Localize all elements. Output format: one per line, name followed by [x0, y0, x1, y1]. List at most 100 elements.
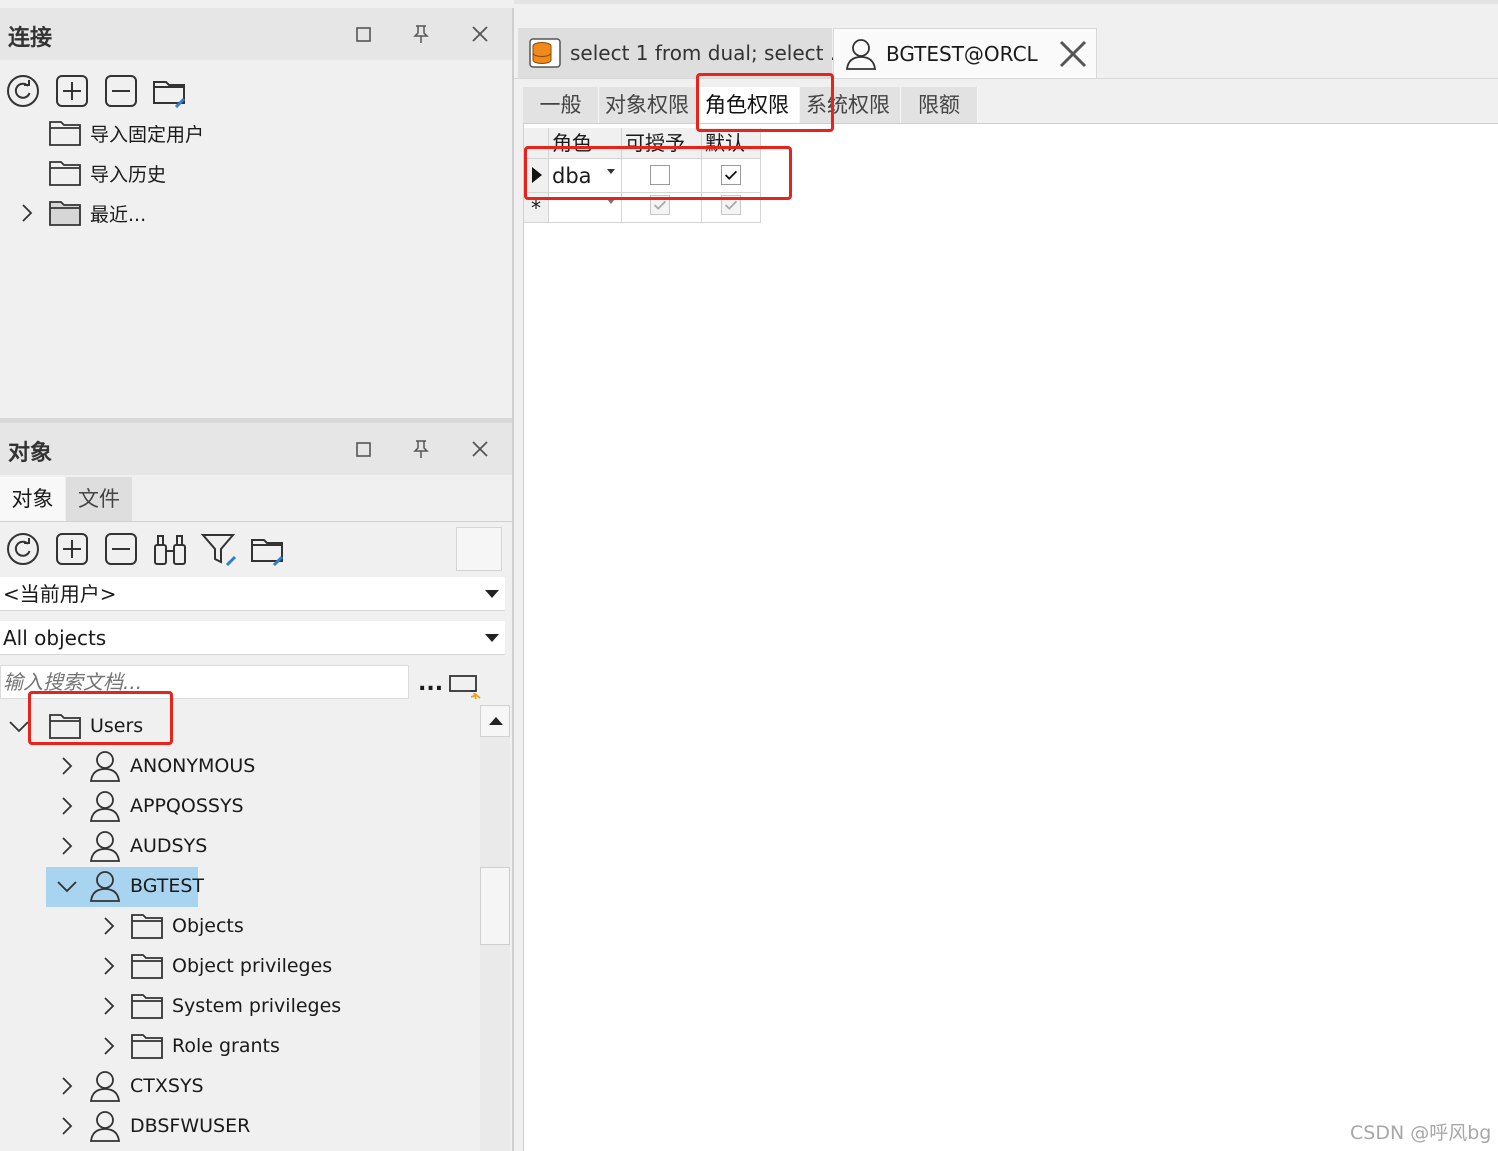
subtab-quota[interactable]: 限额 [901, 87, 978, 123]
tab-label: 对象 [11, 487, 54, 511]
subtab-object-privileges[interactable]: 对象权限 [599, 87, 699, 123]
folder-icon [130, 1029, 164, 1063]
close-tab-icon[interactable] [1058, 39, 1088, 69]
object-type-select[interactable]: All objects [0, 621, 505, 655]
object-type-select-value: All objects [3, 626, 107, 650]
tree-item-recent[interactable]: 最近... [16, 194, 146, 232]
user-select[interactable]: <当前用户> [0, 577, 505, 611]
subtab-label: 限额 [918, 93, 960, 117]
vertical-splitter[interactable] [512, 8, 514, 1151]
tree-item-label: System privileges [172, 995, 342, 1017]
subtab-label: 对象权限 [605, 93, 689, 117]
tree-item-label: 导入固定用户 [90, 123, 205, 146]
chevron-down-icon[interactable] [8, 715, 30, 737]
tab-label: 文件 [78, 487, 120, 511]
role-grid-area: 角色 可授予 默认 dba * [523, 124, 1498, 1151]
connection-panel-title: 连接 [8, 26, 53, 51]
tree-item-label: 最近... [90, 203, 147, 226]
close-icon[interactable] [468, 22, 492, 46]
chevron-down-icon[interactable] [56, 875, 78, 897]
scroll-up-button[interactable] [480, 705, 510, 737]
folder-settings-icon[interactable] [152, 73, 188, 109]
folder-icon [130, 949, 164, 983]
tab-files[interactable]: 文件 [66, 477, 132, 521]
tab-user-editor[interactable]: BGTEST@ORCL [833, 28, 1097, 78]
pin-icon[interactable] [409, 22, 433, 46]
tree-item-label: Role grants [172, 1035, 280, 1057]
remove-connection-icon[interactable] [103, 73, 139, 109]
tree-item-folder[interactable]: Object privileges [98, 947, 332, 985]
editor-tabs-baseline [514, 78, 1498, 79]
objects-panel-title: 对象 [8, 441, 53, 466]
tree-item-label: DBSFWUSER [130, 1115, 251, 1137]
add-object-icon[interactable] [54, 531, 90, 567]
binoculars-icon[interactable] [152, 531, 188, 567]
database-icon [528, 36, 562, 70]
tree-item-user[interactable]: AUDSYS [56, 827, 207, 865]
pin-icon[interactable] [409, 437, 433, 461]
tree-item-import-history[interactable]: 导入历史 [16, 154, 166, 192]
tree-item-user-selected[interactable]: BGTEST [56, 867, 204, 905]
toolbar-blank-button[interactable] [456, 527, 502, 571]
tree-item-label: Objects [172, 915, 244, 937]
filter-settings-icon[interactable] [201, 531, 237, 567]
tree-item-user[interactable]: DBSFWUSER [56, 1107, 250, 1145]
chevron-right-icon[interactable] [98, 915, 120, 937]
add-connection-icon[interactable] [54, 73, 90, 109]
folder-icon [130, 989, 164, 1023]
folder-settings-icon[interactable] [250, 531, 286, 567]
annotation-highlight-users [28, 691, 173, 745]
chevron-right-icon[interactable] [98, 1035, 120, 1057]
maximize-icon[interactable] [352, 22, 376, 46]
chevron-down-icon [485, 634, 499, 642]
refresh-icon[interactable] [5, 531, 41, 567]
tab-sql-editor[interactable]: select 1 from dual; select ... [518, 28, 849, 78]
annotation-highlight-role-tab [696, 73, 834, 132]
chevron-right-icon[interactable] [56, 835, 78, 857]
close-icon[interactable] [468, 437, 492, 461]
tree-item-folder[interactable]: System privileges [98, 987, 341, 1025]
tree-item-user[interactable]: ANONYMOUS [56, 747, 255, 785]
chevron-right-icon[interactable] [98, 995, 120, 1017]
watermark: CSDN @呼风bg [1350, 1122, 1492, 1144]
refresh-icon[interactable] [5, 73, 41, 109]
tree-scrollbar[interactable] [480, 705, 510, 1151]
tree-item-import-fixed-users[interactable]: 导入固定用户 [16, 114, 204, 152]
annotation-highlight-dba-row [524, 146, 792, 200]
chevron-right-icon[interactable] [98, 955, 120, 977]
tab-label: BGTEST@ORCL [886, 41, 1038, 66]
objects-panel: 对象 对象 文件 <当前用户> All objects 输入搜索文档... ..… [0, 423, 512, 1151]
subtab-label: 一般 [539, 93, 582, 117]
scroll-thumb[interactable] [480, 867, 510, 945]
connection-panel-header: 连接 [0, 8, 512, 60]
folder-icon [48, 156, 82, 190]
tree-item-label: ANONYMOUS [130, 755, 256, 777]
chevron-right-icon[interactable] [16, 202, 38, 224]
tree-item-user[interactable]: CTXSYS [56, 1067, 204, 1105]
more-button[interactable]: ... [418, 671, 443, 696]
chevron-right-icon[interactable] [56, 755, 78, 777]
user-icon [88, 1069, 122, 1103]
user-icon [88, 1109, 122, 1143]
chevron-right-icon[interactable] [56, 1075, 78, 1097]
folder-filled-icon [48, 196, 82, 230]
subtab-general[interactable]: 一般 [523, 87, 599, 123]
chevron-down-icon [485, 590, 499, 598]
user-icon [88, 829, 122, 863]
tree-item-label: APPQOSSYS [130, 795, 244, 817]
connection-panel: 连接 导入固定用户 导入历史 最近... [0, 8, 512, 418]
objects-panel-header: 对象 [0, 423, 512, 475]
editor-top-border [514, 0, 1498, 4]
tree-item-user[interactable]: APPQOSSYS [56, 787, 244, 825]
tree-item-label: CTXSYS [130, 1075, 204, 1097]
remove-object-icon[interactable] [103, 531, 139, 567]
tab-objects[interactable]: 对象 [0, 477, 65, 521]
tree-item-folder[interactable]: Role grants [98, 1027, 280, 1065]
maximize-icon[interactable] [352, 437, 376, 461]
chevron-right-icon[interactable] [56, 1115, 78, 1137]
new-window-icon[interactable] [448, 673, 482, 703]
tree-item-folder[interactable]: Objects [98, 907, 244, 945]
tree-item-label: BGTEST [130, 875, 205, 897]
chevron-right-icon[interactable] [56, 795, 78, 817]
folder-icon [48, 116, 82, 150]
